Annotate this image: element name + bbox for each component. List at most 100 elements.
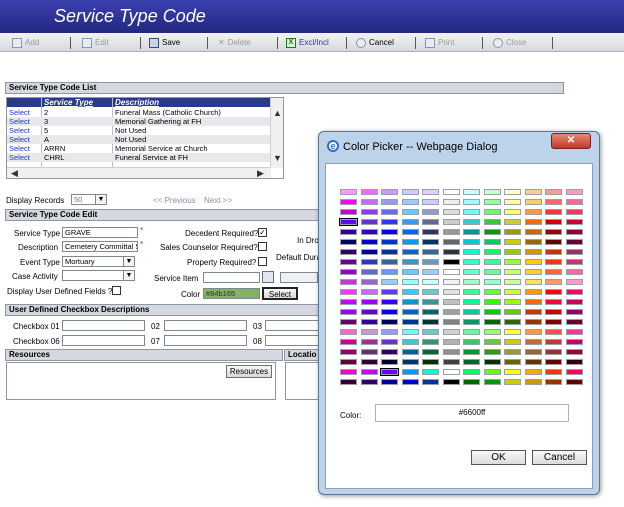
color-swatch[interactable] xyxy=(422,319,439,325)
color-swatch[interactable] xyxy=(483,189,501,195)
color-swatch[interactable] xyxy=(504,299,521,305)
color-swatch[interactable] xyxy=(463,319,480,325)
color-swatch[interactable] xyxy=(545,239,562,245)
color-swatch[interactable] xyxy=(545,309,562,315)
color-swatch[interactable] xyxy=(442,189,460,195)
color-swatch[interactable] xyxy=(442,229,460,235)
color-swatch[interactable] xyxy=(483,219,501,225)
color-swatch[interactable] xyxy=(524,379,542,385)
color-swatch[interactable] xyxy=(422,219,439,225)
color-swatch[interactable] xyxy=(360,289,378,295)
column-header-service-type[interactable]: Service Type xyxy=(44,98,93,107)
color-swatch[interactable] xyxy=(483,239,501,245)
color-swatch[interactable] xyxy=(504,199,521,205)
color-input[interactable]: #84b165 xyxy=(203,288,260,299)
color-swatch[interactable] xyxy=(524,199,542,205)
color-swatch[interactable] xyxy=(401,209,419,215)
color-swatch[interactable] xyxy=(360,379,378,385)
color-swatch[interactable] xyxy=(339,218,358,226)
color-swatch[interactable] xyxy=(360,369,378,375)
delete-button[interactable]: ✕ Delete xyxy=(218,36,251,49)
scroll-left-icon[interactable]: ◀ xyxy=(11,168,18,178)
color-swatch[interactable] xyxy=(545,339,562,345)
color-swatch[interactable] xyxy=(483,349,501,355)
color-swatch[interactable] xyxy=(463,259,480,265)
color-swatch[interactable] xyxy=(442,199,460,205)
checkbox-02-input[interactable] xyxy=(164,320,247,331)
color-swatch[interactable] xyxy=(422,309,439,315)
color-swatch[interactable] xyxy=(504,309,521,315)
color-swatch[interactable] xyxy=(340,279,357,285)
chevron-down-icon[interactable]: ▼ xyxy=(123,270,135,281)
color-swatch[interactable] xyxy=(360,229,378,235)
color-swatch[interactable] xyxy=(422,209,439,215)
color-swatch[interactable] xyxy=(483,299,501,305)
color-swatch[interactable] xyxy=(442,289,460,295)
color-swatch[interactable] xyxy=(483,369,501,375)
color-swatch[interactable] xyxy=(483,199,501,205)
color-swatch[interactable] xyxy=(381,349,398,355)
color-swatch[interactable] xyxy=(401,239,419,245)
color-swatch[interactable] xyxy=(463,379,480,385)
color-swatch[interactable] xyxy=(545,269,562,275)
color-swatch[interactable] xyxy=(483,209,501,215)
color-swatch[interactable] xyxy=(340,209,357,215)
color-swatch[interactable] xyxy=(360,269,378,275)
color-swatch[interactable] xyxy=(504,329,521,335)
color-swatch[interactable] xyxy=(565,259,583,265)
color-swatch[interactable] xyxy=(463,349,480,355)
display-user-defined-checkbox[interactable] xyxy=(112,286,121,295)
color-swatch[interactable] xyxy=(524,209,542,215)
color-swatch[interactable] xyxy=(422,369,439,375)
color-swatch[interactable] xyxy=(442,259,460,265)
display-records-select[interactable]: 50 xyxy=(71,194,96,205)
color-swatch[interactable] xyxy=(360,209,378,215)
color-swatch[interactable] xyxy=(504,319,521,325)
color-swatch[interactable] xyxy=(422,239,439,245)
color-swatch[interactable] xyxy=(422,289,439,295)
checkbox-07-input[interactable] xyxy=(164,335,247,346)
color-swatch[interactable] xyxy=(340,369,357,375)
print-button[interactable]: Print xyxy=(425,36,454,49)
color-swatch[interactable] xyxy=(463,249,480,255)
color-swatch[interactable] xyxy=(381,219,398,225)
color-swatch[interactable] xyxy=(483,269,501,275)
color-swatch[interactable] xyxy=(340,329,357,335)
color-swatch[interactable] xyxy=(524,279,542,285)
color-swatch[interactable] xyxy=(545,379,562,385)
color-swatch[interactable] xyxy=(504,349,521,355)
color-swatch[interactable] xyxy=(340,349,357,355)
color-swatch[interactable] xyxy=(463,339,480,345)
color-swatch[interactable] xyxy=(463,269,480,275)
color-swatch[interactable] xyxy=(504,289,521,295)
color-swatch[interactable] xyxy=(360,199,378,205)
color-swatch[interactable] xyxy=(422,359,439,365)
dialog-cancel-button[interactable]: Cancel xyxy=(532,450,587,465)
color-swatch[interactable] xyxy=(545,249,562,255)
color-swatch[interactable] xyxy=(545,319,562,325)
color-swatch[interactable] xyxy=(565,269,583,275)
select-link[interactable]: Select xyxy=(9,135,30,144)
color-swatch[interactable] xyxy=(380,368,399,376)
color-swatch[interactable] xyxy=(565,189,583,195)
color-swatch[interactable] xyxy=(401,349,419,355)
service-item-lookup-button[interactable] xyxy=(262,271,274,283)
color-swatch[interactable] xyxy=(381,319,398,325)
color-swatch[interactable] xyxy=(360,319,378,325)
edit-button[interactable]: Edit xyxy=(82,36,109,49)
color-swatch[interactable] xyxy=(360,189,378,195)
color-swatch[interactable] xyxy=(545,289,562,295)
color-swatch[interactable] xyxy=(340,259,357,265)
color-swatch[interactable] xyxy=(524,339,542,345)
color-swatch[interactable] xyxy=(381,379,398,385)
color-swatch[interactable] xyxy=(545,219,562,225)
color-swatch[interactable] xyxy=(401,369,419,375)
color-swatch[interactable] xyxy=(463,279,480,285)
color-swatch[interactable] xyxy=(545,199,562,205)
color-swatch[interactable] xyxy=(524,269,542,275)
color-swatch[interactable] xyxy=(565,369,583,375)
color-swatch[interactable] xyxy=(340,319,357,325)
save-button[interactable]: Save xyxy=(149,36,180,49)
color-swatch[interactable] xyxy=(381,309,398,315)
color-swatch[interactable] xyxy=(504,339,521,345)
